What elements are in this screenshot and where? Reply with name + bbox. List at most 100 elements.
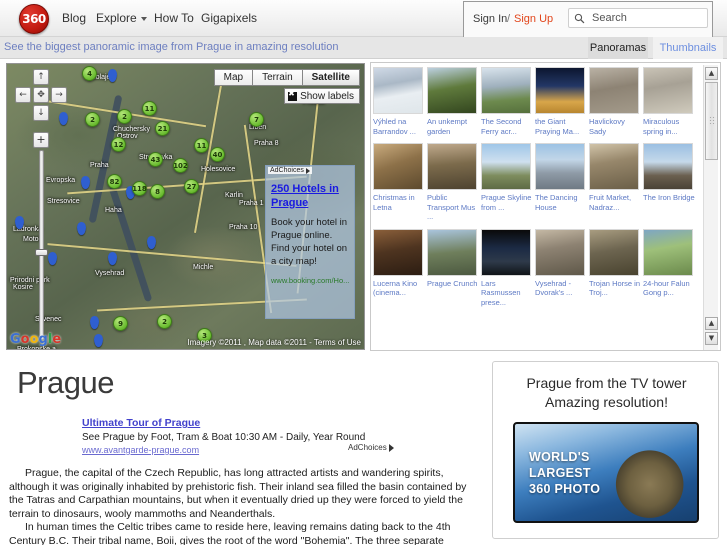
thumbnail-scrollbar[interactable]: ▲ ▲ ▼ xyxy=(703,65,718,350)
google-map[interactable]: LysolajeChucherskyOstrovLibenPraha 8Pros… xyxy=(6,63,365,350)
thumbnail-caption[interactable]: Trojan Horse in Troj... xyxy=(589,279,641,298)
thumbnail-item[interactable]: An unkempt garden xyxy=(427,67,481,136)
thumbnail-image[interactable] xyxy=(481,67,531,114)
map-pan-down-button[interactable]: ↓ xyxy=(33,105,49,121)
thumbnail-item[interactable]: The Iron Bridge xyxy=(643,143,697,222)
promo-image-little-planet[interactable]: WORLD'S LARGEST 360 PHOTO xyxy=(513,422,699,523)
thumbnail-item[interactable]: Vysehrad - Dvorak's ... xyxy=(535,228,589,308)
map-cluster-marker[interactable]: 40 xyxy=(210,147,225,162)
thumbnail-item[interactable]: The Second Ferry acr... xyxy=(481,67,535,136)
thumbnail-image[interactable] xyxy=(589,67,639,114)
panorama-promo-link[interactable]: See the biggest panoramic image from Pra… xyxy=(4,41,338,53)
map-cluster-marker[interactable]: 8 xyxy=(150,184,165,199)
thumbnail-image[interactable] xyxy=(589,228,639,276)
thumbnail-item[interactable]: The Dancing House xyxy=(535,143,589,222)
tab-panoramas[interactable]: Panoramas xyxy=(588,37,648,59)
map-type-map-button[interactable]: Map xyxy=(213,69,254,86)
map-cluster-marker[interactable]: 2 xyxy=(85,112,100,127)
scrollbar-up-arrow[interactable]: ▲ xyxy=(705,67,718,80)
thumbnail-item[interactable]: Trojan Horse in Troj... xyxy=(589,228,643,308)
map-zoom-slider[interactable] xyxy=(39,150,44,340)
nav-link-how-to[interactable]: How To xyxy=(154,11,194,25)
map-cluster-marker[interactable]: 43 xyxy=(148,152,163,167)
map-cluster-marker[interactable]: 12 xyxy=(111,137,126,152)
map-cluster-marker[interactable]: 2 xyxy=(157,314,172,329)
thumbnail-item[interactable]: Miraculous spring in... xyxy=(643,67,697,136)
thumbnail-caption[interactable]: Prague Crunch xyxy=(427,279,479,289)
map-center-button[interactable]: ✥ xyxy=(33,87,49,103)
map-show-labels-toggle[interactable]: Show labels xyxy=(284,88,360,104)
map-cluster-marker[interactable]: 118 xyxy=(132,181,147,196)
thumbnail-caption[interactable]: 24-hour Falun Gong p... xyxy=(643,279,695,298)
site-logo-360[interactable]: 360 xyxy=(19,4,49,34)
search-box[interactable] xyxy=(568,8,708,28)
thumbnail-image[interactable] xyxy=(373,228,423,276)
map-cluster-marker[interactable]: 4 xyxy=(82,66,97,81)
nav-link-explore[interactable]: Explore xyxy=(96,11,147,25)
thumbnail-image[interactable] xyxy=(427,67,477,114)
map-cluster-marker[interactable]: 7 xyxy=(249,112,264,127)
thumbnail-caption[interactable]: The Second Ferry acr... xyxy=(481,117,533,136)
map-cluster-marker[interactable]: 82 xyxy=(107,174,122,189)
adchoices-button[interactable]: AdChoices xyxy=(348,443,394,452)
map-cluster-marker[interactable]: 9 xyxy=(113,316,128,331)
promo-panel[interactable]: Prague from the TV tower Amazing resolut… xyxy=(492,361,719,539)
map-ad-title-link[interactable]: 250 Hotels in Prague xyxy=(271,182,351,210)
checkbox-checked-icon[interactable] xyxy=(288,89,298,101)
map-pan-control[interactable]: ↑ ← ✥ → ↓ xyxy=(15,69,67,121)
sign-in-link[interactable]: Sign In xyxy=(473,13,507,25)
thumbnail-item[interactable]: Prague Crunch xyxy=(427,228,481,308)
map-pan-right-button[interactable]: → xyxy=(51,87,67,103)
thumbnail-caption[interactable]: Public Transport Mus ... xyxy=(427,193,479,222)
map-pan-left-button[interactable]: ← xyxy=(15,87,31,103)
scrollbar-thumb[interactable] xyxy=(705,82,718,160)
thumbnail-image[interactable] xyxy=(589,143,639,190)
thumbnail-caption[interactable]: Výhled na Barrandov ... xyxy=(373,117,425,136)
scrollbar-down-arrow[interactable]: ▼ xyxy=(705,332,718,345)
map-cluster-marker[interactable]: 27 xyxy=(184,179,199,194)
thumbnail-image[interactable] xyxy=(481,143,531,190)
thumbnail-caption[interactable]: Prague Skyline from ... xyxy=(481,193,533,212)
tab-thumbnails[interactable]: Thumbnails xyxy=(653,37,723,59)
thumbnail-item[interactable]: the Giant Praying Ma... xyxy=(535,67,589,136)
thumbnail-item[interactable]: 24-hour Falun Gong p... xyxy=(643,228,697,308)
nav-link-blog[interactable]: Blog xyxy=(62,11,86,25)
map-cluster-marker[interactable]: 21 xyxy=(155,121,170,136)
map-pan-up-button[interactable]: ↑ xyxy=(33,69,49,85)
thumbnail-caption[interactable]: Fruit Market, Nadraz... xyxy=(589,193,641,212)
thumbnail-image[interactable] xyxy=(373,67,423,114)
thumbnail-item[interactable]: Prague Skyline from ... xyxy=(481,143,535,222)
map-adchoices-button[interactable]: AdChoices xyxy=(268,167,312,174)
thumbnail-image[interactable] xyxy=(643,67,693,114)
map-type-satellite-button[interactable]: Satellite xyxy=(302,69,360,86)
map-zoom-slider-handle[interactable] xyxy=(35,249,48,256)
map-cluster-marker[interactable]: 11 xyxy=(142,101,157,116)
thumbnail-caption[interactable]: Lucerna Kino (cinema... xyxy=(373,279,425,298)
map-ad-overlay[interactable]: AdChoices 250 Hotels in Prague Book your… xyxy=(265,165,355,319)
thumbnail-item[interactable]: Výhled na Barrandov ... xyxy=(373,67,427,136)
thumbnail-caption[interactable]: The Dancing House xyxy=(535,193,587,212)
thumbnail-item[interactable]: Lucerna Kino (cinema... xyxy=(373,228,427,308)
thumbnail-caption[interactable]: the Giant Praying Ma... xyxy=(535,117,587,136)
thumbnail-caption[interactable]: Lars Rasmussen prese... xyxy=(481,279,533,308)
nav-link-gigapixels[interactable]: Gigapixels xyxy=(201,11,257,25)
thumbnail-item[interactable]: Havlickovy Sady xyxy=(589,67,643,136)
search-input[interactable] xyxy=(590,10,704,26)
scrollbar-up-arrow-secondary[interactable]: ▲ xyxy=(705,317,718,330)
map-zoom-in-button[interactable]: + xyxy=(33,132,49,148)
text-ad-title-link[interactable]: Ultimate Tour of Prague xyxy=(82,417,412,429)
thumbnail-caption[interactable]: The Iron Bridge xyxy=(643,193,695,203)
thumbnail-image[interactable] xyxy=(535,143,585,190)
map-cluster-marker[interactable]: 11 xyxy=(194,138,209,153)
thumbnail-image[interactable] xyxy=(535,228,585,276)
thumbnail-image[interactable] xyxy=(427,228,477,276)
map-cluster-marker[interactable]: 2 xyxy=(117,109,132,124)
map-ad-url-link[interactable]: www.booking.com/Ho... xyxy=(271,276,354,285)
thumbnail-image[interactable] xyxy=(643,228,693,276)
thumbnail-image[interactable] xyxy=(373,143,423,190)
thumbnail-item[interactable]: Public Transport Mus ... xyxy=(427,143,481,222)
thumbnail-caption[interactable]: Christmas in Letna xyxy=(373,193,425,212)
thumbnail-item[interactable]: Fruit Market, Nadraz... xyxy=(589,143,643,222)
thumbnail-caption[interactable]: Miraculous spring in... xyxy=(643,117,695,136)
thumbnail-image[interactable] xyxy=(427,143,477,190)
